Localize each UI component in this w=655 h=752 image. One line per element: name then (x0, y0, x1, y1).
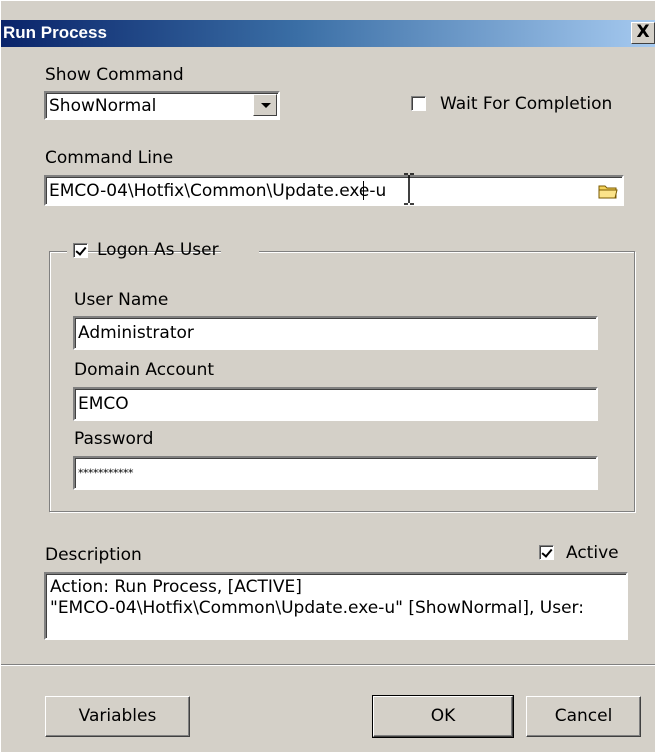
user-name-input[interactable]: Administrator (73, 316, 598, 350)
wait-for-completion-checkbox[interactable] (411, 96, 426, 111)
command-line-label: Command Line (45, 148, 174, 168)
browse-folder-icon[interactable] (598, 182, 618, 200)
show-command-label: Show Command (45, 65, 184, 85)
text-caret (363, 181, 364, 200)
user-name-value: Administrator (78, 323, 194, 343)
footer-separator (1, 664, 655, 666)
password-input[interactable]: *********** (73, 456, 598, 490)
ibeam-cursor-icon (404, 173, 414, 205)
description-line-1: Action: Run Process, [ACTIVE] (50, 577, 302, 597)
cancel-button[interactable]: Cancel (526, 696, 641, 737)
dropdown-button[interactable] (253, 94, 277, 116)
command-line-input[interactable]: EMCO-04\Hotfix\Common\Update.exe-u (44, 175, 624, 206)
window-title: Run Process (3, 23, 107, 42)
variables-button[interactable]: Variables (45, 696, 190, 737)
legend-gap (221, 237, 259, 263)
password-value: *********** (78, 466, 134, 480)
ok-button[interactable]: OK (372, 695, 514, 738)
logon-as-user-checkbox[interactable] (73, 243, 88, 258)
logon-as-user-toggle[interactable]: Logon As User (67, 237, 219, 263)
close-icon: X (636, 22, 650, 42)
title-bar[interactable]: Run Process X (1, 20, 655, 47)
password-label: Password (74, 429, 154, 449)
description-textarea[interactable]: Action: Run Process, [ACTIVE] "EMCO-04\H… (44, 572, 628, 640)
active-label: Active (566, 543, 619, 563)
logon-as-user-label: Logon As User (97, 240, 219, 260)
show-command-value: ShowNormal (49, 95, 157, 116)
description-label: Description (45, 545, 142, 565)
user-name-label: User Name (74, 290, 169, 310)
run-process-dialog: Run Process X Show Command ShowNormal Wa… (0, 0, 655, 752)
domain-account-input[interactable]: EMCO (73, 387, 598, 421)
domain-account-label: Domain Account (74, 360, 215, 380)
command-line-value: EMCO-04\Hotfix\Common\Update.exe-u (49, 180, 387, 201)
close-button[interactable]: X (631, 22, 655, 44)
description-line-2: "EMCO-04\Hotfix\Common\Update.exe-u" [Sh… (50, 598, 584, 618)
description-text: Action: Run Process, [ACTIVE] "EMCO-04\H… (50, 577, 584, 619)
domain-account-value: EMCO (78, 394, 129, 414)
active-checkbox[interactable] (539, 545, 554, 560)
wait-for-completion-label: Wait For Completion (440, 94, 613, 114)
show-command-select[interactable]: ShowNormal (44, 91, 280, 120)
